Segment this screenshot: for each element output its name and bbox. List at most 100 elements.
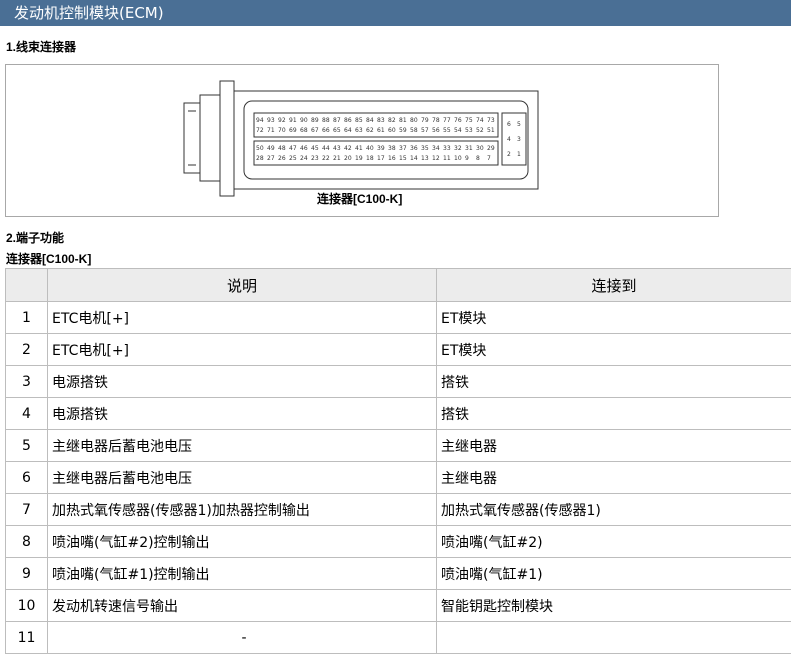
pin-label: 70 xyxy=(278,127,286,134)
pin-label: 80 xyxy=(410,117,418,124)
pin-label: 59 xyxy=(399,127,407,134)
pin-label: 17 xyxy=(377,155,385,162)
pin-label: 53 xyxy=(465,127,473,134)
pin-label: 6 xyxy=(507,121,511,128)
pin-label: 31 xyxy=(465,145,473,152)
pin-number-cell: 4 xyxy=(5,397,48,430)
pin-label: 14 xyxy=(410,155,418,162)
pin-label: 1 xyxy=(517,151,521,158)
pin-label: 4 xyxy=(507,136,511,143)
table-row: 2 ETC电机[+] ET模块 xyxy=(5,333,791,366)
connects-to-cell: 搭铁 xyxy=(436,365,791,398)
pin-label: 92 xyxy=(278,117,286,124)
pin-label: 87 xyxy=(333,117,341,124)
pin-label: 40 xyxy=(366,145,374,152)
pin-label: 42 xyxy=(344,145,352,152)
pin-label: 47 xyxy=(289,145,297,152)
pin-label: 76 xyxy=(454,117,462,124)
pin-number-cell: 9 xyxy=(5,557,48,590)
description-cell: 喷油嘴(气缸#2)控制输出 xyxy=(47,525,437,558)
pin-label: 23 xyxy=(311,155,319,162)
pin-label: 91 xyxy=(289,117,297,124)
connects-to-cell: 喷油嘴(气缸#2) xyxy=(436,525,791,558)
pin-label: 63 xyxy=(355,127,363,134)
pin-label: 27 xyxy=(267,155,275,162)
connects-to-cell: 主继电器 xyxy=(436,461,791,494)
pin-label: 13 xyxy=(421,155,429,162)
description-cell: 喷油嘴(气缸#1)控制输出 xyxy=(47,557,437,590)
pin-label: 84 xyxy=(366,117,374,124)
description-cell: 加热式氧传感器(传感器1)加热器控制输出 xyxy=(47,493,437,526)
pin-label: 64 xyxy=(344,127,352,134)
pin-label: 16 xyxy=(388,155,396,162)
pin-label: 61 xyxy=(377,127,385,134)
pin-label: 75 xyxy=(465,117,473,124)
pin-label: 81 xyxy=(399,117,407,124)
pin-label: 88 xyxy=(322,117,330,124)
pin-label: 32 xyxy=(454,145,462,152)
pin-label: 50 xyxy=(256,145,264,152)
description-cell: 电源搭铁 xyxy=(47,397,437,430)
section-heading-harness: 1.线束连接器 xyxy=(6,40,77,54)
pin-label: 62 xyxy=(366,127,374,134)
pin-label: 11 xyxy=(443,155,451,162)
connects-to-cell: 搭铁 xyxy=(436,397,791,430)
pin-number-cell: 3 xyxy=(5,365,48,398)
table-row: 1 ETC电机[+] ET模块 xyxy=(5,301,791,334)
pin-number-cell: 5 xyxy=(5,429,48,462)
pin-label: 28 xyxy=(256,155,264,162)
pin-label: 26 xyxy=(278,155,286,162)
table-row: 10 发动机转速信号输出 智能钥匙控制模块 xyxy=(5,589,791,622)
pin-label: 83 xyxy=(377,117,385,124)
pin-label: 78 xyxy=(432,117,440,124)
pin-number-cell: 7 xyxy=(5,493,48,526)
pin-label: 8 xyxy=(476,155,480,162)
pin-label: 39 xyxy=(377,145,385,152)
pin-label: 45 xyxy=(311,145,319,152)
pin-label: 52 xyxy=(476,127,484,134)
pin-label: 93 xyxy=(267,117,275,124)
description-cell: ETC电机[+] xyxy=(47,301,437,334)
pin-label: 71 xyxy=(267,127,275,134)
pin-label: 5 xyxy=(517,121,521,128)
pin-label: 44 xyxy=(322,145,330,152)
pin-label: 38 xyxy=(388,145,396,152)
connects-to-cell: 喷油嘴(气缸#1) xyxy=(436,557,791,590)
connects-to-cell: ET模块 xyxy=(436,301,791,334)
pin-label: 79 xyxy=(421,117,429,124)
pin-number-cell: 10 xyxy=(5,589,48,622)
pin-label: 18 xyxy=(366,155,374,162)
pin-label: 21 xyxy=(333,155,341,162)
connects-to-cell: 加热式氧传感器(传感器1) xyxy=(436,493,791,526)
connects-to-cell: 智能钥匙控制模块 xyxy=(436,589,791,622)
section-heading-terminal: 2.端子功能 xyxy=(6,231,65,245)
pin-label: 82 xyxy=(388,117,396,124)
pin-label: 69 xyxy=(289,127,297,134)
header-description: 说明 xyxy=(47,268,437,302)
description-cell: 发动机转速信号输出 xyxy=(47,589,437,622)
connects-to-cell: ET模块 xyxy=(436,333,791,366)
pin-label: 49 xyxy=(267,145,275,152)
pin-label: 33 xyxy=(443,145,451,152)
pin-label: 55 xyxy=(443,127,451,134)
connector-subtitle: 连接器[C100-K] xyxy=(6,252,92,266)
connector-label: 连接器[C100-K] xyxy=(317,192,403,206)
pin-label: 54 xyxy=(454,127,462,134)
pin-label: 58 xyxy=(410,127,418,134)
pin-label: 57 xyxy=(421,127,429,134)
pin-label: 7 xyxy=(487,155,491,162)
pin-label: 10 xyxy=(454,155,462,162)
pin-label: 35 xyxy=(421,145,429,152)
pin-label: 67 xyxy=(311,127,319,134)
pin-label: 36 xyxy=(410,145,418,152)
table-row: 5 主继电器后蓄电池电压 主继电器 xyxy=(5,429,791,462)
pin-label: 94 xyxy=(256,117,264,124)
pin-label: 46 xyxy=(300,145,308,152)
table-row: 11- xyxy=(5,621,791,654)
pin-label: 86 xyxy=(344,117,352,124)
pin-number-cell: 2 xyxy=(5,333,48,366)
description-cell: 主继电器后蓄电池电压 xyxy=(47,461,437,494)
header-connects-to: 连接到 xyxy=(436,268,791,302)
description-cell: 电源搭铁 xyxy=(47,365,437,398)
header-number xyxy=(5,268,48,302)
